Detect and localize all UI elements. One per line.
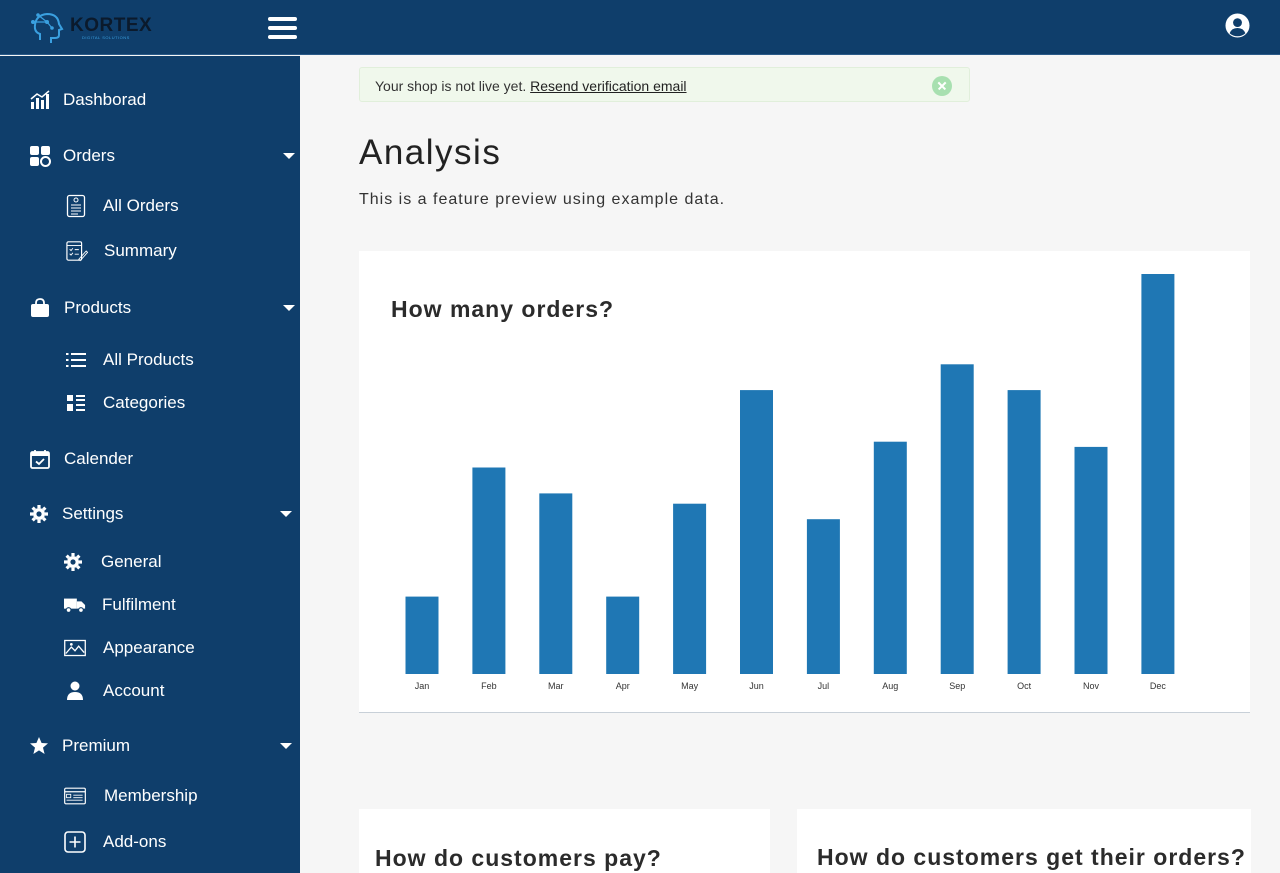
delivery-card-title: How do customers get their orders?	[817, 844, 1246, 870]
x-tick-label: Nov	[1083, 681, 1100, 691]
bar-aug	[873, 441, 907, 674]
user-icon	[64, 680, 86, 702]
image-icon	[64, 637, 86, 659]
sidebar: Dashborad Orders All Orders Summary Prod…	[0, 56, 300, 873]
bar-apr	[606, 596, 640, 674]
page-title: Analysis	[359, 133, 502, 172]
top-bar: KORTEX DIGITAL SOLUTIONS	[0, 0, 1280, 55]
verification-alert: Your shop is not live yet. Resend verifi…	[359, 67, 970, 102]
sidebar-item-account[interactable]: Account	[0, 671, 300, 711]
sidebar-item-general[interactable]: General	[0, 542, 300, 582]
brand-logo[interactable]: KORTEX DIGITAL SOLUTIONS	[30, 10, 153, 46]
bar-mar	[539, 493, 573, 674]
x-tick-label: Sep	[949, 681, 965, 691]
page-subtitle: This is a feature preview using example …	[359, 191, 726, 208]
sidebar-item-label: General	[101, 552, 162, 571]
x-tick-label: May	[681, 681, 699, 691]
sidebar-item-label: Appearance	[103, 638, 195, 657]
sidebar-item-label: Settings	[62, 504, 124, 523]
x-tick-label: Jan	[415, 681, 430, 691]
truck-icon	[64, 594, 86, 616]
sidebar-item-label: Summary	[104, 241, 177, 260]
chevron-down-icon	[283, 305, 295, 311]
star-icon	[28, 735, 50, 757]
x-tick-label: Feb	[481, 681, 497, 691]
hamburger-icon	[268, 17, 297, 21]
sidebar-item-label: Products	[64, 298, 132, 317]
sidebar-item-label: Membership	[104, 786, 198, 805]
orders-bar-chart: Jan Feb Mar Apr May Jun Jul Aug Sep Oct Nov Dec	[405, 274, 1175, 691]
sidebar-item-summary[interactable]: Summary	[0, 231, 300, 271]
sidebar-item-label: All Products	[103, 350, 194, 369]
x-tick-label: Jun	[749, 681, 764, 691]
x-tick-label: Oct	[1017, 681, 1032, 691]
bar-feb	[472, 467, 506, 674]
bar-sep	[940, 364, 974, 674]
bar-may	[673, 503, 707, 674]
chevron-down-icon	[280, 743, 292, 749]
sidebar-item-label: Categories	[103, 393, 186, 412]
brain-head-icon	[31, 12, 64, 43]
sidebar-item-all-products[interactable]: All Products	[0, 340, 300, 380]
brand-name: KORTEX	[70, 15, 153, 36]
bag-icon	[29, 297, 51, 319]
sidebar-item-settings[interactable]: Settings	[0, 494, 300, 534]
user-account-icon[interactable]	[1225, 13, 1250, 38]
sidebar-item-all-orders[interactable]: All Orders	[0, 186, 300, 226]
x-tick-label: Mar	[548, 681, 564, 691]
sidebar-item-calender[interactable]: Calender	[0, 439, 300, 479]
menu-toggle-button[interactable]	[268, 17, 297, 39]
bar-dec	[1141, 274, 1175, 674]
close-icon[interactable]	[932, 76, 952, 96]
sidebar-item-orders[interactable]: Orders	[0, 136, 300, 176]
calendar-icon	[29, 448, 51, 470]
payment-card: How do customers pay?	[359, 809, 770, 873]
x-tick-label: Aug	[882, 681, 898, 691]
bar-chart-icon	[29, 89, 51, 111]
sidebar-item-label: Dashborad	[63, 90, 147, 109]
x-tick-label: Dec	[1150, 681, 1167, 691]
alert-message: Your shop is not live yet. Resend verifi…	[375, 78, 687, 94]
alert-text: Your shop is not live yet.	[375, 78, 531, 94]
credit-card-icon	[64, 785, 86, 807]
sidebar-item-appearance[interactable]: Appearance	[0, 628, 300, 668]
gear-icon	[28, 503, 50, 525]
sidebar-item-fulfilment[interactable]: Fulfilment	[0, 585, 300, 625]
receipt-icon	[65, 194, 87, 218]
sidebar-item-products[interactable]: Products	[0, 288, 300, 328]
sidebar-item-label: All Orders	[103, 196, 179, 215]
gear-icon	[62, 551, 84, 573]
sidebar-item-label: Premium	[62, 736, 131, 755]
chevron-down-icon	[283, 153, 295, 159]
sidebar-item-add-ons[interactable]: Add-ons	[0, 822, 300, 862]
bar-jun	[740, 390, 773, 674]
list-icon	[65, 349, 87, 371]
brand-tagline: DIGITAL SOLUTIONS	[82, 35, 130, 40]
sidebar-item-dashboard[interactable]: Dashborad	[0, 80, 300, 120]
resend-verification-link[interactable]: Resend verification email	[530, 78, 686, 94]
orders-icon	[29, 145, 51, 167]
sidebar-item-membership[interactable]: Membership	[0, 776, 300, 816]
x-tick-label: Jul	[818, 681, 830, 691]
bar-nov	[1074, 446, 1108, 674]
plus-square-icon	[64, 831, 86, 853]
bar-jul	[806, 519, 840, 674]
bar-jan	[405, 596, 439, 674]
checklist-icon	[66, 240, 88, 262]
sidebar-item-categories[interactable]: Categories	[0, 383, 300, 423]
chevron-down-icon	[280, 511, 292, 517]
sidebar-item-premium[interactable]: Premium	[0, 726, 300, 766]
payment-card-title: How do customers pay?	[375, 845, 662, 871]
sidebar-item-label: Calender	[64, 449, 133, 468]
grid-list-icon	[65, 392, 87, 414]
sidebar-item-label: Orders	[63, 146, 115, 165]
delivery-card: How do customers get their orders?	[797, 809, 1251, 873]
bar-oct	[1007, 390, 1041, 674]
sidebar-item-label: Add-ons	[103, 832, 167, 851]
x-tick-label: Apr	[616, 681, 630, 691]
sidebar-item-label: Account	[103, 681, 165, 700]
sidebar-item-label: Fulfilment	[102, 595, 176, 614]
